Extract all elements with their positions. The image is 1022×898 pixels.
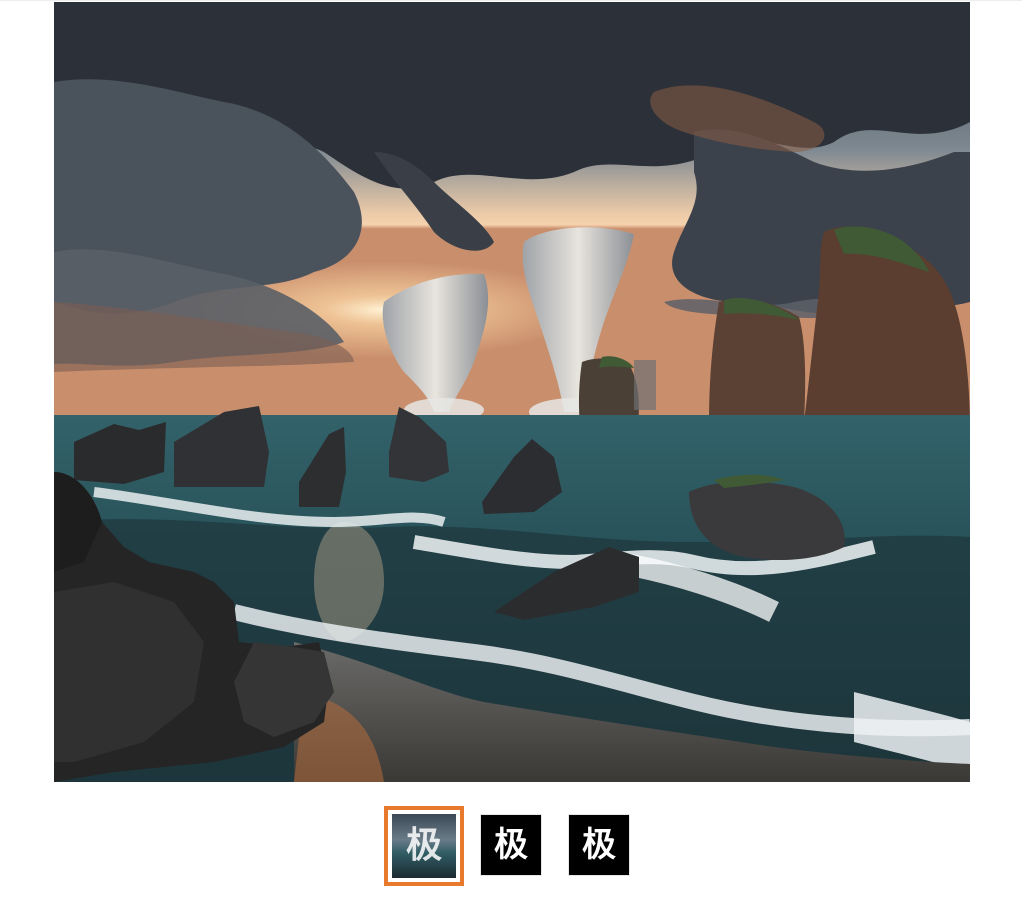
divider [0,0,1022,1]
thumbnail-label: 极 [405,825,442,866]
thumbnail-image: 极 [392,814,456,878]
thumbnail-1[interactable]: 极 [384,806,464,886]
thumbnail-3[interactable]: 极 [568,814,630,876]
seascape-illustration [54,2,970,782]
thumbnail-label: 极 [582,825,616,865]
thumbnail-image: 极 [569,815,629,875]
thumbnail-strip: 极 极 极 [384,806,644,886]
main-image[interactable] [54,2,970,782]
product-gallery: 极 极 极 [0,0,1022,898]
thumbnail-2[interactable]: 极 [480,814,542,876]
thumbnail-image: 极 [481,815,541,875]
thumbnail-label: 极 [494,825,528,865]
